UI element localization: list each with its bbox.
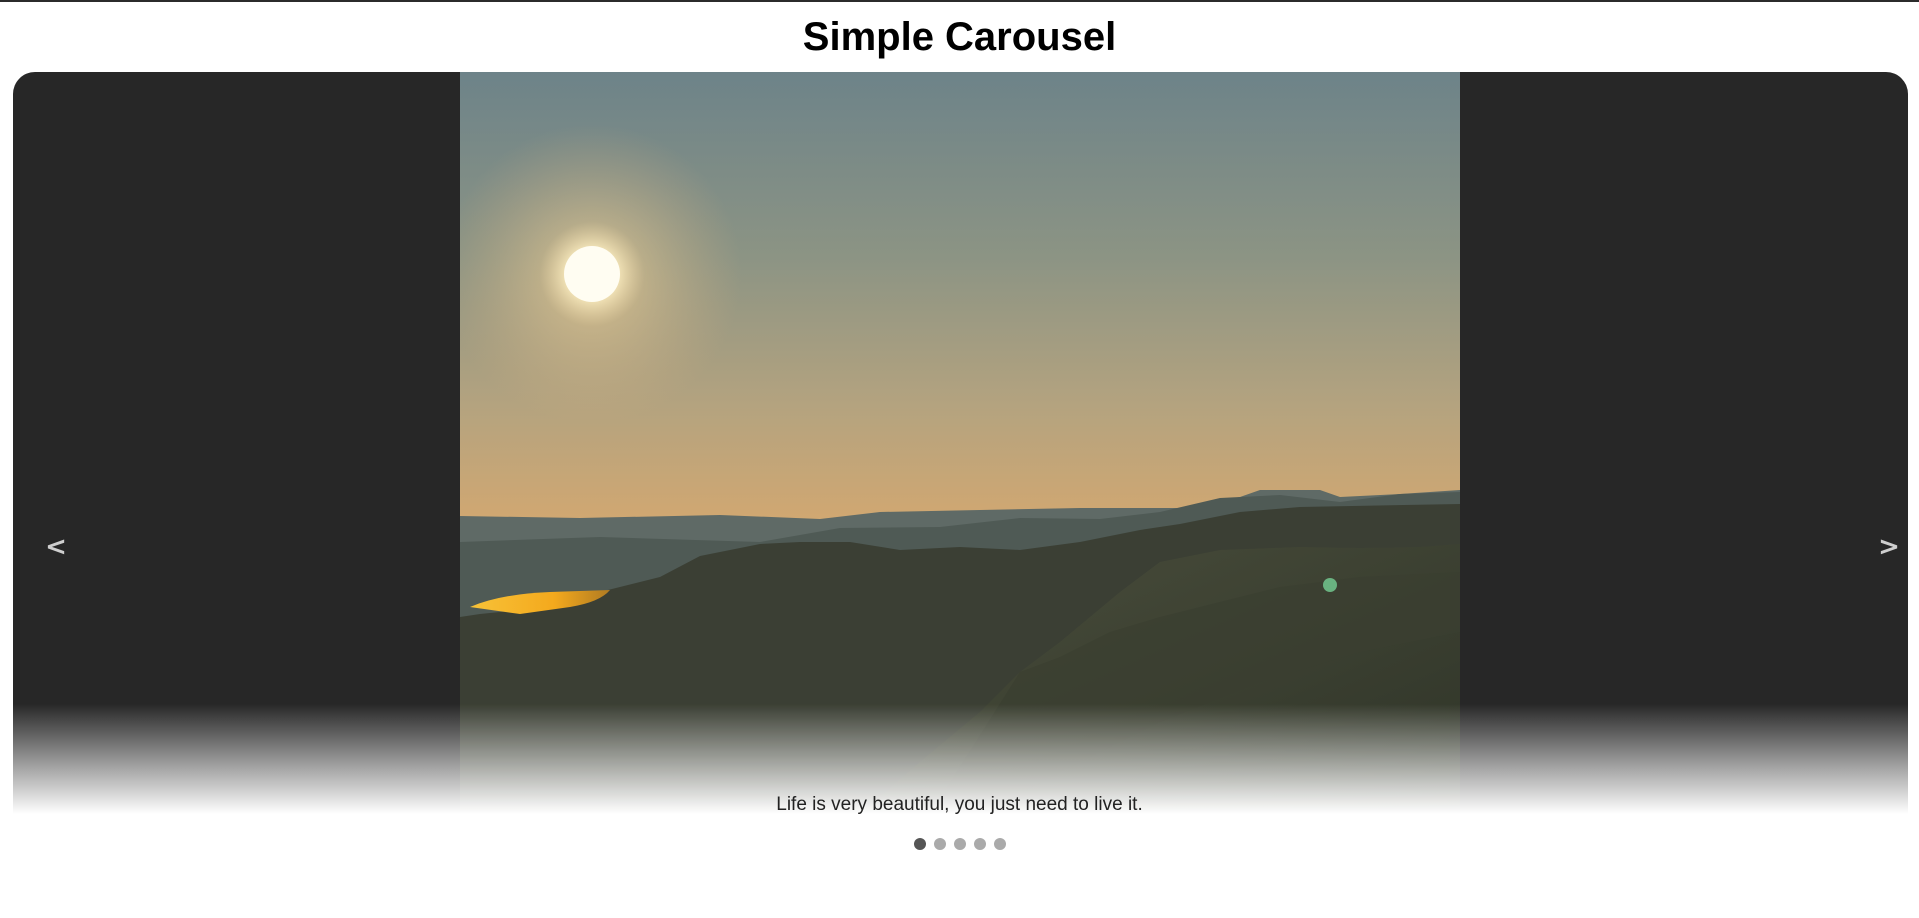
page-title: Simple Carousel [802,15,1117,59]
sunset-mountain-image [460,72,1460,814]
carousel: < > [13,72,1908,814]
indicator-dot-4[interactable] [973,838,986,850]
next-slide-button[interactable]: > [1869,524,1908,568]
carousel-indicators [0,838,1919,850]
carousel-slide [460,72,1460,814]
indicator-dot-5[interactable] [993,838,1006,850]
previous-slide-button[interactable]: < [36,524,76,568]
indicator-dot-3[interactable] [953,838,966,850]
indicator-dot-1[interactable] [913,838,926,850]
slide-caption: Life is very beautiful, you just need to… [776,794,1143,815]
indicator-dot-2[interactable] [933,838,946,850]
top-border [0,0,1919,2]
